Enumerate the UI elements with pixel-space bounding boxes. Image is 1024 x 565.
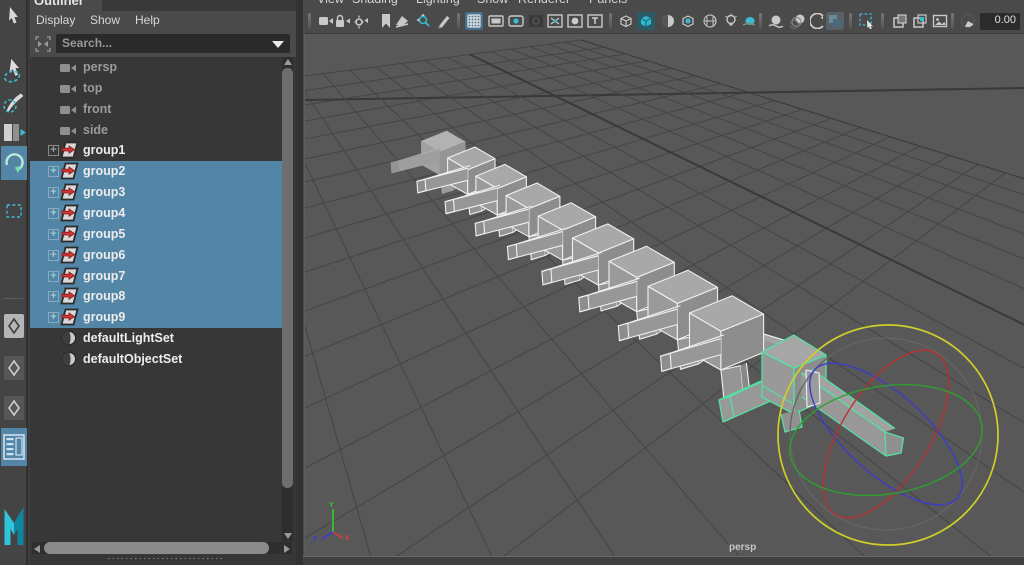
svg-text:Y: Y	[329, 502, 334, 509]
svg-text:persp: persp	[729, 542, 756, 553]
svg-text:Z: Z	[313, 536, 318, 543]
svg-text:X: X	[345, 535, 350, 542]
